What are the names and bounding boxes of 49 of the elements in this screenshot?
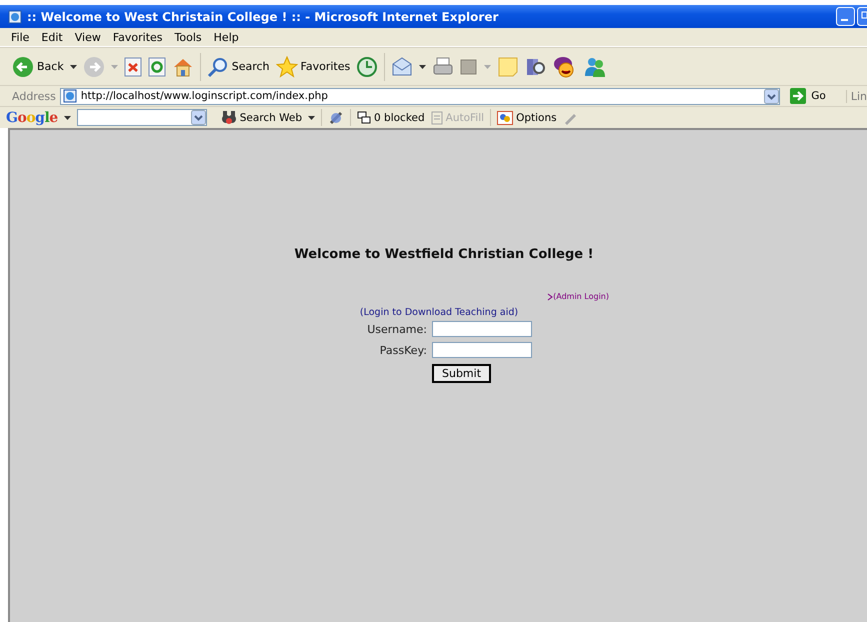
windows-icon	[357, 110, 372, 124]
field-label: Username:	[366, 322, 427, 336]
broken-image-icon	[547, 292, 554, 300]
menu-item[interactable]: Edit	[36, 30, 68, 44]
search-field[interactable]	[76, 109, 207, 126]
dropdown-caret-icon[interactable]	[70, 64, 77, 70]
favorites-button[interactable]: Favorites	[276, 56, 350, 78]
menu-item[interactable]: Favorites	[108, 30, 168, 44]
stop-icon[interactable]	[124, 56, 142, 76]
address-label: Address	[12, 90, 56, 102]
back-button[interactable]: Back	[12, 56, 64, 78]
input-field[interactable]	[432, 321, 532, 337]
mail-icon[interactable]	[391, 56, 414, 78]
dropdown-caret-icon[interactable]	[64, 114, 71, 120]
admin-login-link[interactable]: (Admin Login)	[553, 292, 609, 301]
teaching-aid-link[interactable]: (Login to Download Teaching aid)	[360, 307, 518, 318]
page-icon	[62, 89, 77, 103]
dropdown-caret-icon[interactable]	[419, 64, 426, 70]
restore-icon[interactable]	[857, 7, 867, 26]
search-web-button[interactable]: Search Web	[220, 110, 302, 124]
links-label[interactable]: Lin	[846, 90, 867, 102]
menu-item[interactable]: Help	[208, 30, 244, 44]
refresh-icon[interactable]	[148, 56, 166, 76]
submit-button[interactable]: Submit	[432, 364, 492, 383]
go-button[interactable]: Go	[790, 88, 826, 104]
search-button[interactable]: Search	[206, 56, 270, 78]
minimize-icon[interactable]	[836, 7, 855, 26]
options-button[interactable]: Options	[497, 110, 557, 124]
form-icon	[430, 110, 443, 124]
input-field[interactable]	[432, 342, 532, 358]
history-icon[interactable]	[356, 56, 378, 78]
page-heading: Welcome to Westfield Christian College !	[294, 247, 594, 262]
browser-icon	[8, 10, 22, 24]
window-title: :: Welcome to West Christain College ! :: - Microsoft Internet Explorer	[27, 10, 498, 24]
star-icon	[276, 56, 298, 78]
printer-icon[interactable]	[432, 56, 454, 78]
google-logo[interactable]: Google	[6, 110, 58, 126]
menu-item[interactable]: Tools	[170, 30, 207, 44]
field-label: PassKey:	[378, 344, 427, 356]
menu-item[interactable]: View	[70, 30, 106, 44]
messenger-icon[interactable]	[583, 56, 608, 78]
address-field[interactable]: http://localhost/www.loginscript.com/index.php	[60, 88, 780, 104]
go-arrow-icon	[790, 88, 806, 104]
search-icon	[206, 56, 229, 78]
menu-item[interactable]: File	[6, 30, 34, 44]
options-icon	[497, 110, 514, 124]
dropdown-caret-icon[interactable]	[308, 114, 316, 120]
binoculars-icon	[220, 110, 237, 124]
popup-blocker-button[interactable]: 0 blocked	[357, 110, 425, 124]
